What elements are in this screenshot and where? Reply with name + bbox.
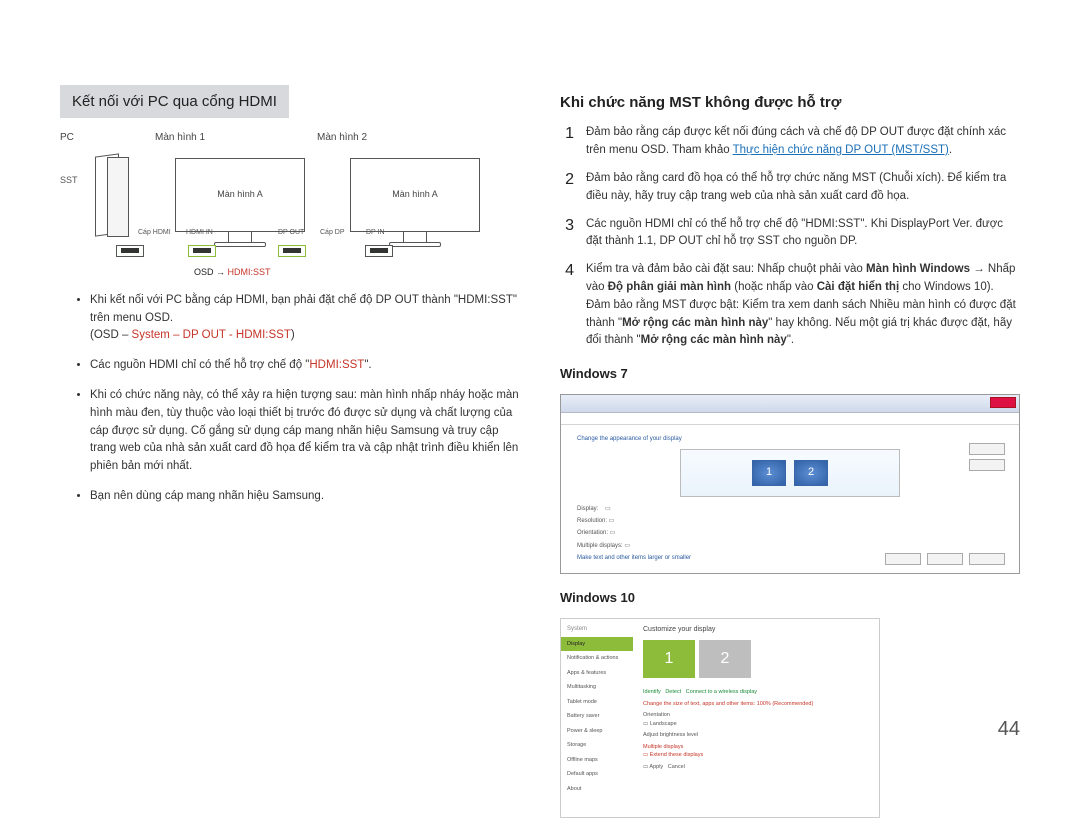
num-3: 3 xyxy=(560,216,574,252)
n2-text: Đảm bảo rằng card đồ họa có thể hỗ trợ c… xyxy=(586,170,1020,206)
win10-side-item: Offline maps xyxy=(561,753,633,768)
osd-value: HDMI:SST xyxy=(228,267,271,277)
win10-screenshot: System Display Notification & actions Ap… xyxy=(560,618,880,818)
win7-apply-button xyxy=(969,553,1005,565)
diagram-top-labels: PC Màn hình 1 Màn hình 2 xyxy=(60,130,520,146)
osd-prefix: OSD → xyxy=(194,267,228,277)
win10-main: Customize your display 1 2 Identify Dete… xyxy=(633,619,879,817)
num-1: 1 xyxy=(560,124,574,160)
win10-heading: Windows 10 xyxy=(560,588,1020,608)
win10-sidebar: System Display Notification & actions Ap… xyxy=(561,619,633,817)
diagram-label-mon2: Màn hình 2 xyxy=(317,130,520,146)
win7-addressbar xyxy=(561,413,1019,425)
num-2: 2 xyxy=(560,170,574,206)
win10-display-preview: 1 2 xyxy=(643,640,869,678)
win10-side-item: Battery saver xyxy=(561,709,633,724)
win7-identify-button xyxy=(969,459,1005,471)
bullet-1b-red: System – DP OUT - HDMI:SST xyxy=(132,329,291,341)
win10-side-display: Display xyxy=(561,637,633,652)
win10-monitor-2-icon: 2 xyxy=(699,640,751,678)
win7-monitor-2-icon: 2 xyxy=(794,460,828,486)
n1-text-b: . xyxy=(949,144,952,156)
win10-side-item: About xyxy=(561,782,633,797)
win10-side-item: Tablet mode xyxy=(561,695,633,710)
win10-side-item: Storage xyxy=(561,738,633,753)
bullet-4: Bạn nên dùng cáp mang nhãn hiệu Samsung. xyxy=(90,488,520,506)
label-cable-dp: Cáp DP xyxy=(320,228,345,239)
win7-bottom-buttons xyxy=(885,553,1005,565)
label-cable-hdmi: Cáp HDMI xyxy=(138,228,171,239)
bullet-2: Các nguồn HDMI chỉ có thể hỗ trợ chế độ … xyxy=(90,357,520,375)
win10-side-item: Default apps xyxy=(561,767,633,782)
n1-link[interactable]: Thực hiện chức năng DP OUT (MST/SST) xyxy=(733,144,949,156)
num-item-1: 1 Đảm bảo rằng cáp được kết nối đúng các… xyxy=(560,124,1020,160)
n3-text: Các nguồn HDMI chỉ có thể hỗ trợ chế độ … xyxy=(586,216,1020,252)
win10-side-item: Apps & features xyxy=(561,666,633,681)
bullet-2-red: HDMI:SST xyxy=(309,359,364,371)
win7-ok-button xyxy=(885,553,921,565)
left-heading: Kết nối với PC qua cổng HDMI xyxy=(60,85,289,118)
win10-adjust: Adjust brightness level xyxy=(643,731,869,740)
win10-apply: ▭ Apply Cancel xyxy=(643,763,869,772)
win10-side-title: System xyxy=(561,623,633,636)
connection-diagram: SST Màn hình A Màn hình A Cáp HDMI HDMI … xyxy=(60,150,520,280)
bullet-3: Khi có chức năng này, có thể xảy ra hiện… xyxy=(90,387,520,476)
left-bullets: Khi kết nối với PC bằng cáp HDMI, bạn ph… xyxy=(60,292,520,506)
win7-heading: Windows 7 xyxy=(560,364,1020,384)
port-hdmi-in xyxy=(188,245,216,257)
win7-detect-button xyxy=(969,443,1005,455)
bullet-2-pre: Các nguồn HDMI chỉ có thể hỗ trợ chế độ … xyxy=(90,359,309,371)
bullet-1b-post: ) xyxy=(291,329,295,341)
num-item-4: 4 Kiểm tra và đảm bảo cài đặt sau: Nhấp … xyxy=(560,261,1020,350)
diagram-label-pc: PC xyxy=(60,130,155,146)
win7-caption: Change the appearance of your display xyxy=(577,435,1003,444)
win7-cancel-button xyxy=(927,553,963,565)
port-dp-in xyxy=(365,245,393,257)
win7-display-preview: 1 2 xyxy=(680,449,900,497)
bullet-1: Khi kết nối với PC bằng cáp HDMI, bạn ph… xyxy=(90,292,520,345)
right-heading: Khi chức năng MST không được hỗ trợ xyxy=(560,91,1020,114)
win10-side-item: Notification & actions xyxy=(561,651,633,666)
osd-path: OSD → HDMI:SST xyxy=(194,266,271,280)
monitor-1-screen: Màn hình A xyxy=(175,158,305,232)
numbered-list: 1 Đảm bảo rằng cáp được kết nối đúng các… xyxy=(560,124,1020,350)
label-hdmi-in: HDMI IN xyxy=(186,228,213,239)
monitor-2-screen: Màn hình A xyxy=(350,158,480,232)
num-item-2: 2 Đảm bảo rằng card đồ họa có thể hỗ trợ… xyxy=(560,170,1020,206)
label-dp-out: DP OUT xyxy=(278,228,304,239)
win10-main-head: Customize your display xyxy=(643,625,869,636)
win7-titlebar xyxy=(561,395,1019,413)
label-dp-in: DP IN xyxy=(366,228,385,239)
win10-multiple: Multiple displays▭ Extend these displays xyxy=(643,743,869,760)
sst-label: SST xyxy=(60,174,78,188)
bullet-1b-pre: (OSD – xyxy=(90,329,132,341)
win10-side-item: Power & sleep xyxy=(561,724,633,739)
n4-text: Kiểm tra và đảm bảo cài đặt sau: Nhấp ch… xyxy=(586,261,1020,350)
win7-screenshot: Change the appearance of your display 1 … xyxy=(560,394,1020,574)
num-4: 4 xyxy=(560,261,574,350)
win10-side-item: Multitasking xyxy=(561,680,633,695)
num-item-3: 3 Các nguồn HDMI chỉ có thể hỗ trợ chế đ… xyxy=(560,216,1020,252)
page-number: 44 xyxy=(998,714,1020,745)
win7-monitor-1-icon: 1 xyxy=(752,460,786,486)
win10-scale-row: Change the size of text, apps and other … xyxy=(643,700,869,709)
diagram-label-mon1: Màn hình 1 xyxy=(155,130,317,146)
port-pc xyxy=(116,245,144,257)
right-column: Khi chức năng MST không được hỗ trợ 1 Đả… xyxy=(560,85,1020,818)
win10-identify-link: Identify Detect Connect to a wireless di… xyxy=(643,688,869,697)
win7-close-icon xyxy=(990,397,1016,408)
pc-graphic xyxy=(95,155,129,237)
port-dp-out xyxy=(278,245,306,257)
win10-monitor-1-icon: 1 xyxy=(643,640,695,678)
left-column: Kết nối với PC qua cổng HDMI PC Màn hình… xyxy=(60,85,520,818)
win10-orientation: Orientation▭ Landscape xyxy=(643,711,869,728)
bullet-1a: Khi kết nối với PC bằng cáp HDMI, bạn ph… xyxy=(90,294,517,324)
win7-side-buttons xyxy=(969,443,1005,475)
bullet-2-post: ". xyxy=(364,359,371,371)
